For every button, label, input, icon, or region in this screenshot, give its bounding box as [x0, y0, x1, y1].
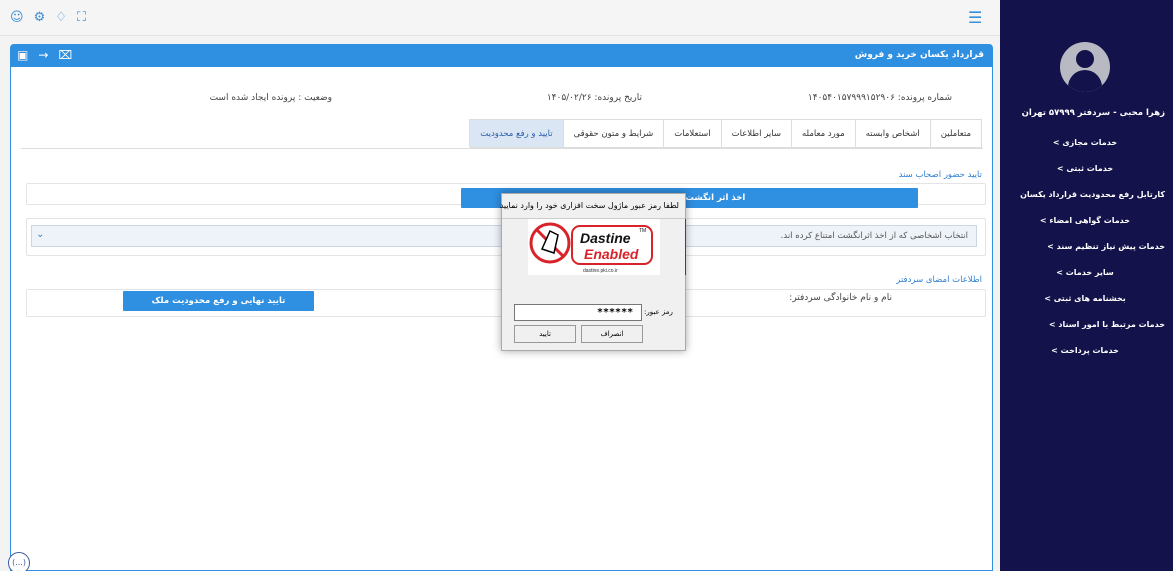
notary-section-label: اطلاعات امضای سردفتر — [896, 275, 982, 285]
sidebar: زهرا محبی - سردفتر ۵۷۹۹۹ تهران خدمات مجا… — [1000, 0, 1173, 571]
user-circle-icon[interactable]: ☺ — [10, 10, 24, 25]
panel-header-icons: ▣ → ⌧ — [17, 48, 72, 62]
bell-icon[interactable]: ♢ — [55, 10, 67, 25]
save-icon[interactable]: ▣ — [17, 48, 28, 62]
sidebar-item-registry[interactable]: خدمات ثبتی > — [1005, 161, 1165, 187]
select-text: انتخاب اشخاصی که از اخذ اثرانگشت امتناع … — [780, 231, 968, 241]
notary-name-label: نام و نام خانوادگی سردفتر: — [789, 293, 892, 303]
tabs: متعاملین اشخاص وابسته مورد معامله سایر ا… — [469, 119, 982, 148]
sidebar-item-prerequisites[interactable]: خدمات پیش نیاز تنظیم سند > — [1005, 239, 1165, 265]
sidebar-item-signature[interactable]: خدمات گواهی امضاء > — [1005, 213, 1165, 239]
panel-header: قرارداد یکسان خرید و فروش ▣ → ⌧ — [11, 45, 992, 67]
file-number: شماره پرونده: ۱۴۰۵۴۰۱۵۷۹۹۹۱۵۲۹۰۶ — [807, 93, 952, 103]
avatar-head — [1076, 50, 1094, 68]
avatar-body — [1068, 70, 1102, 92]
logo-border — [685, 219, 686, 275]
gear-icon[interactable]: ⚙ — [34, 10, 46, 25]
sidebar-item-payment[interactable]: خدمات پرداخت > — [1005, 343, 1165, 369]
brand-top-text: Dastine — [580, 230, 631, 246]
password-label: رمز عبور: — [644, 308, 673, 316]
tab-parties[interactable]: متعاملین — [929, 119, 982, 147]
sidebar-item-documents[interactable]: خدمات مرتبط با امور اسناد > — [1005, 317, 1165, 343]
help-icon[interactable]: (...) — [8, 552, 30, 571]
password-input[interactable]: ****** — [514, 304, 642, 321]
tab-other-info[interactable]: سایر اطلاعات — [720, 119, 792, 147]
presence-section-label: تایید حضور اصحاب سند — [898, 170, 982, 180]
file-date: تاریخ پرونده: ۱۴۰۵/۰۲/۲۶ — [546, 93, 642, 103]
sidebar-item-restriction-cartable[interactable]: کارتابل رفع محدودیت قرارداد یکسان — [1005, 187, 1165, 213]
panel-title: قرارداد یکسان خرید و فروش — [854, 50, 984, 60]
tab-related-persons[interactable]: اشخاص وابسته — [854, 119, 931, 147]
brand-url-text: dastine.pki.co.ir — [583, 268, 618, 274]
sidebar-item-circulars[interactable]: بخشنامه های ثبتی > — [1005, 291, 1165, 317]
avatar — [1060, 42, 1110, 92]
dastine-logo-svg: Dastine TM Enabled dastine.pki.co.ir — [529, 222, 653, 274]
final-confirm-button[interactable]: تایید نهایی و رفع محدودیت ملک — [123, 291, 314, 311]
sidebar-item-other[interactable]: سایر خدمات > — [1005, 265, 1165, 291]
arrow-right-icon[interactable]: → — [38, 48, 48, 62]
tab-divider — [21, 148, 983, 149]
brand-bottom-text: Enabled — [584, 246, 639, 262]
cancel-button[interactable]: انصراف — [581, 325, 643, 343]
dialog-title: لطفا رمز عبور ماژول سخت افزاری خود را وا… — [499, 201, 679, 210]
dastine-logo: Dastine TM Enabled dastine.pki.co.ir — [528, 219, 660, 275]
tab-legal-terms[interactable]: شرایط و متون حقوقی — [562, 119, 665, 147]
sidebar-item-virtual[interactable]: خدمات مجازی > — [1005, 135, 1165, 161]
file-status: وضعیت : پرونده ایجاد شده است — [209, 93, 332, 103]
top-bar: ☺ ⚙ ♢ ⛶ ☰ — [0, 0, 1000, 36]
chevron-down-icon: ⌄ — [36, 229, 45, 240]
fullscreen-icon[interactable]: ⛶ — [77, 10, 86, 25]
tab-subject[interactable]: مورد معامله — [790, 119, 856, 147]
top-icons: ☺ ⚙ ♢ ⛶ — [10, 10, 86, 25]
tab-inquiries[interactable]: استعلامات — [663, 119, 722, 147]
sidebar-menu: خدمات مجازی > خدمات ثبتی > کارتابل رفع م… — [1005, 135, 1165, 369]
password-dialog: لطفا رمز عبور ماژول سخت افزاری خود را وا… — [499, 193, 686, 351]
brand-tm-text: TM — [639, 228, 646, 234]
hamburger-icon[interactable]: ☰ — [968, 8, 982, 27]
tab-confirm-restriction[interactable]: تایید و رفع محدودیت — [469, 119, 564, 147]
close-box-icon[interactable]: ⌧ — [58, 48, 72, 62]
user-name: زهرا محبی - سردفتر ۵۷۹۹۹ تهران — [1021, 108, 1165, 118]
ok-button[interactable]: تایید — [514, 325, 576, 343]
